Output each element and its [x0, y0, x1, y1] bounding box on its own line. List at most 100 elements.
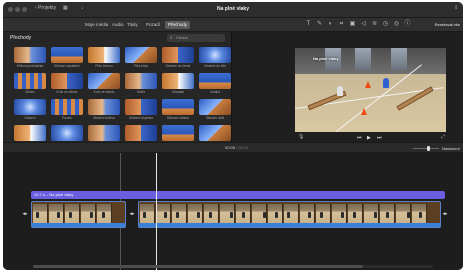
child-figure	[69, 212, 72, 218]
clip-frame-thumbnail	[156, 204, 171, 225]
transition-tile[interactable]	[14, 47, 46, 63]
transition-tile[interactable]	[14, 73, 46, 89]
transition-tile[interactable]	[88, 73, 120, 89]
clip-frame-thumbnail	[33, 204, 48, 225]
child-figure	[353, 212, 356, 218]
skip-forward-icon[interactable]: ⏭	[377, 135, 382, 141]
timeline: 10.7 s – Na plné vlaky ◂▸ ◂▸ ◂▸	[3, 153, 463, 270]
child-figure	[164, 212, 167, 218]
share-icon[interactable]: ⇪	[454, 5, 458, 11]
bench	[396, 86, 434, 111]
child-figure	[419, 212, 422, 218]
equalizer-icon[interactable]: ≋	[371, 21, 378, 28]
clip-frame-thumbnail	[284, 204, 299, 225]
transition-tile[interactable]	[14, 99, 46, 115]
transition-tile[interactable]	[88, 99, 120, 115]
child-figure	[57, 212, 60, 218]
clip-frame-thumbnail	[81, 204, 96, 225]
clip-frame-thumbnail	[65, 204, 80, 225]
tab-backgrounds[interactable]: Pozadí	[143, 21, 163, 29]
zoom-slider-track[interactable]	[413, 148, 439, 149]
transition-tile[interactable]	[51, 125, 83, 141]
play-icon[interactable]: ▶	[367, 135, 371, 141]
clip-frame-thumbnail	[380, 204, 395, 225]
transition-tile[interactable]	[125, 125, 157, 141]
transition-tile[interactable]	[199, 47, 231, 63]
filter-icon[interactable]: ◎	[393, 21, 400, 28]
transition-tile[interactable]	[51, 73, 83, 89]
transition-tile[interactable]	[51, 99, 83, 115]
transition-label: Zmizení do černé	[165, 64, 191, 68]
media-toolbar: Moje média Audio Tituly Pozadí Přechody …	[3, 18, 463, 32]
transition-tile[interactable]	[51, 47, 83, 63]
info-icon[interactable]: ⓘ	[404, 21, 411, 28]
transition-tile[interactable]	[199, 99, 231, 115]
transition-label: Křížové rozostření	[54, 64, 80, 68]
settings-button[interactable]: Nastavení	[442, 146, 460, 151]
color-palette-icon[interactable]: ◐	[327, 21, 334, 28]
transition-tile[interactable]	[162, 73, 194, 89]
child-figure	[383, 78, 389, 88]
video-clip[interactable]	[138, 201, 441, 228]
reset-all-button[interactable]: Resetovat vše	[435, 22, 460, 27]
child-figure	[263, 212, 266, 218]
child-figure	[374, 212, 377, 218]
child-figure	[242, 212, 245, 218]
tab-titles[interactable]: Tituly	[124, 21, 141, 29]
clip-end-handle-icon[interactable]: ◂▸	[442, 210, 448, 218]
child-figure	[337, 86, 343, 96]
child-figure	[102, 212, 105, 218]
tab-my-media[interactable]: Moje média	[82, 21, 111, 29]
child-figure	[36, 212, 39, 218]
playhead[interactable]	[156, 153, 157, 270]
clip-frame-thumbnail	[204, 204, 219, 225]
transition-tile[interactable]	[199, 73, 231, 89]
transition-label: Otočení	[24, 116, 36, 120]
child-figure	[320, 212, 323, 218]
timecode: 00:05 / 02:10	[225, 145, 248, 150]
transition-label: Sklízení doleva	[93, 116, 115, 120]
video-clip[interactable]	[31, 201, 126, 228]
transition-label: Puzzle	[62, 116, 72, 120]
scrollbar-thumb[interactable]	[33, 265, 363, 268]
audio-waveform	[32, 223, 125, 227]
child-figure	[209, 212, 212, 218]
clip-frame-thumbnail	[188, 204, 203, 225]
child-figure	[90, 212, 93, 218]
transition-tile[interactable]	[14, 125, 46, 141]
transition-tile[interactable]	[125, 99, 157, 115]
child-figure	[308, 212, 311, 218]
transition-tile[interactable]	[125, 47, 157, 63]
crop-icon[interactable]: ⌗	[338, 21, 345, 28]
search-field[interactable]: ⌕ Hledat	[167, 34, 225, 42]
search-icon: ⌕	[170, 35, 173, 40]
volume-icon[interactable]: ◁	[360, 21, 367, 28]
speed-icon[interactable]: ◷	[382, 21, 389, 28]
transition-tile[interactable]	[162, 47, 194, 63]
skip-back-icon[interactable]: ⏮	[357, 135, 362, 141]
audio-waveform	[139, 223, 440, 227]
clip-frame-thumbnail	[412, 204, 427, 225]
mic-icon[interactable]: 🎙	[298, 134, 304, 140]
transition-label: Kostka	[210, 90, 220, 94]
stabilize-icon[interactable]: ▣	[349, 21, 356, 28]
transition-tile[interactable]	[199, 125, 231, 141]
transition-tile[interactable]	[88, 47, 120, 63]
fullscreen-icon[interactable]: ⤢	[441, 134, 445, 140]
tab-transitions[interactable]: Přechody	[165, 21, 191, 29]
clip-frame-thumbnail	[252, 204, 267, 225]
transition-icon[interactable]: ◂▸	[129, 210, 135, 218]
clip-start-handle-icon[interactable]: ◂▸	[22, 210, 28, 218]
transition-tile[interactable]	[162, 99, 194, 115]
transition-tile[interactable]	[162, 125, 194, 141]
horizontal-scrollbar[interactable]	[33, 265, 433, 268]
magic-wand-icon[interactable]: ✎	[316, 21, 323, 28]
video-preview[interactable]: Na plné vlaky	[295, 48, 446, 132]
title-tool-icon[interactable]: T	[305, 21, 312, 28]
transition-tile[interactable]	[125, 73, 157, 89]
zoom-slider-knob[interactable]	[427, 146, 430, 151]
title-clip[interactable]: 10.7 s – Na plné vlaky	[31, 191, 445, 199]
transition-tile[interactable]	[88, 125, 120, 141]
clip-frame-thumbnail	[49, 204, 64, 225]
gym-window	[355, 48, 371, 70]
